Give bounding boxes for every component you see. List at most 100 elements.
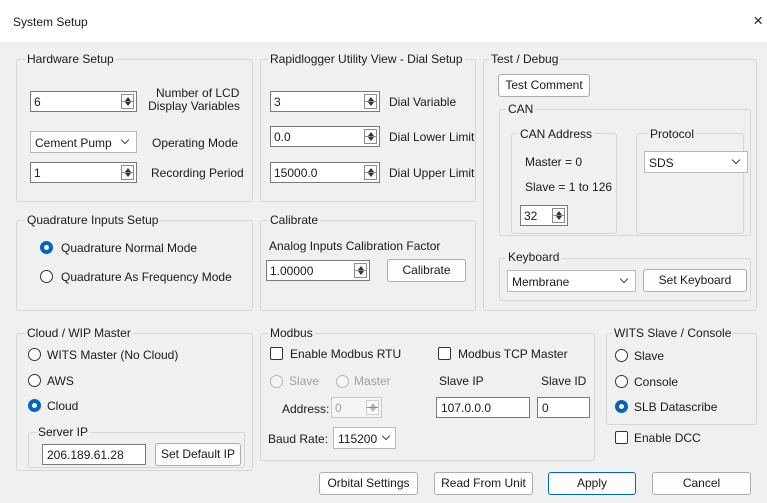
lcd-vars-label-1: Number of LCD: [156, 86, 240, 100]
dial-upper-spinner[interactable]: 15000.0: [270, 162, 380, 183]
keyboard-select[interactable]: Membrane: [507, 270, 636, 292]
calibration-factor-spinner[interactable]: 1.00000: [266, 260, 370, 281]
window-title: System Setup: [13, 15, 88, 29]
calibrate-button[interactable]: Calibrate: [387, 259, 466, 282]
enable-dcc-checkbox[interactable]: [615, 431, 628, 444]
can-address-value: 32: [524, 209, 538, 223]
test-comment-button[interactable]: Test Comment: [498, 74, 590, 97]
recording-period-label: Recording Period: [151, 166, 244, 180]
dial-lower-value: 0.0: [274, 130, 291, 144]
protocol-select[interactable]: SDS: [644, 151, 748, 173]
can-address-spinner[interactable]: 32: [520, 205, 568, 226]
modbus-slave-radio[interactable]: [270, 375, 283, 388]
slave-id-value: 0: [542, 401, 549, 415]
modbus-master-label[interactable]: Master: [354, 374, 391, 388]
cloud-label: Cloud / WIP Master: [25, 326, 133, 340]
dial-upper-label: Dial Upper Limit: [389, 166, 475, 180]
modbus-address-spinner[interactable]: 0: [331, 397, 382, 418]
slave-ip-value: 107.0.0.0: [441, 401, 492, 415]
chevron-down-icon: [731, 155, 741, 165]
set-default-ip-button[interactable]: Set Default IP: [155, 443, 241, 466]
wits-slb-radio[interactable]: [615, 400, 628, 413]
protocol-value: SDS: [649, 156, 674, 170]
cloud-radio[interactable]: [28, 399, 41, 412]
can-slave-text: Slave = 1 to 126: [525, 180, 613, 194]
quadrature-frequency-radio[interactable]: [40, 270, 53, 283]
spin-arrows-icon[interactable]: [354, 263, 367, 278]
operating-mode-select[interactable]: Cement Pump: [30, 131, 137, 153]
quadrature-normal-radio[interactable]: [40, 241, 53, 254]
wits-master-radio[interactable]: [28, 348, 41, 361]
wits-master-label[interactable]: WITS Master (No Cloud): [47, 348, 178, 362]
enable-modbus-rtu-label[interactable]: Enable Modbus RTU: [290, 347, 401, 361]
close-icon[interactable]: ×: [753, 11, 763, 31]
spin-arrows-icon[interactable]: [364, 129, 377, 144]
wits-console-radio[interactable]: [615, 375, 628, 388]
spin-arrows-icon[interactable]: [366, 400, 379, 415]
recording-period-spinner[interactable]: 1: [30, 162, 137, 183]
dial-lower-spinner[interactable]: 0.0: [270, 126, 380, 147]
modbus-label: Modbus: [268, 326, 315, 340]
server-ip-value: 206.189.61.28: [47, 448, 124, 462]
operating-mode-label: Operating Mode: [152, 136, 239, 150]
baud-rate-value: 115200: [338, 432, 378, 446]
wits-slb-label[interactable]: SLB Datascribe: [634, 400, 717, 414]
modbus-address-value: 0: [335, 401, 342, 415]
spin-arrows-icon[interactable]: [121, 165, 134, 180]
set-keyboard-button[interactable]: Set Keyboard: [643, 269, 747, 292]
baud-rate-select[interactable]: 115200: [333, 427, 396, 449]
test-debug-label: Test / Debug: [489, 52, 561, 66]
calibration-factor-label: Analog Inputs Calibration Factor: [269, 239, 441, 253]
recording-period-value: 1: [34, 166, 41, 180]
dial-variable-label: Dial Variable: [389, 95, 457, 109]
keyboard-value: Membrane: [512, 275, 570, 289]
slave-id-input[interactable]: 0: [537, 397, 590, 418]
slave-ip-input[interactable]: 107.0.0.0: [436, 397, 530, 418]
lcd-vars-spinner[interactable]: 6: [30, 91, 137, 112]
apply-button[interactable]: Apply: [548, 472, 636, 495]
wits-slave-label[interactable]: Slave: [634, 349, 664, 363]
spin-arrows-icon[interactable]: [364, 94, 377, 109]
can-address-label: CAN Address: [518, 127, 595, 141]
enable-dcc-label[interactable]: Enable DCC: [634, 431, 701, 445]
protocol-label: Protocol: [648, 127, 697, 141]
slave-id-label: Slave ID: [541, 374, 587, 388]
calibration-factor-value: 1.00000: [270, 264, 314, 278]
lcd-vars-value: 6: [34, 95, 41, 109]
cancel-button[interactable]: Cancel: [652, 472, 751, 495]
dial-variable-spinner[interactable]: 3: [270, 91, 380, 112]
spin-arrows-icon[interactable]: [552, 208, 565, 223]
can-label: CAN: [506, 102, 536, 116]
modbus-tcp-master-label[interactable]: Modbus TCP Master: [458, 347, 568, 361]
modbus-master-radio[interactable]: [336, 375, 349, 388]
dial-lower-label: Dial Lower Limit: [389, 130, 475, 144]
calibrate-label: Calibrate: [268, 213, 321, 227]
chevron-down-icon: [120, 135, 130, 145]
lcd-vars-label-2: Display Variables: [148, 99, 240, 113]
read-from-unit-button[interactable]: Read From Unit: [434, 472, 533, 495]
wits-slave-radio[interactable]: [615, 349, 628, 362]
quadrature-frequency-label[interactable]: Quadrature As Frequency Mode: [61, 270, 232, 284]
baud-rate-label: Baud Rate:: [268, 432, 329, 446]
orbital-settings-button[interactable]: Orbital Settings: [319, 472, 418, 495]
dial-upper-value: 15000.0: [274, 166, 318, 180]
quadrature-label: Quadrature Inputs Setup: [25, 213, 161, 227]
server-ip-label: Server IP: [36, 425, 91, 439]
wits-console-label[interactable]: Console: [634, 375, 678, 389]
cloud-label-text[interactable]: Cloud: [47, 399, 78, 413]
aws-radio[interactable]: [28, 374, 41, 387]
hardware-setup-label: Hardware Setup: [25, 52, 116, 66]
aws-label[interactable]: AWS: [47, 374, 74, 388]
dial-variable-value: 3: [274, 95, 281, 109]
protocol-group: [636, 133, 744, 234]
slave-ip-label: Slave IP: [439, 374, 484, 388]
spin-arrows-icon[interactable]: [364, 165, 377, 180]
spin-arrows-icon[interactable]: [121, 94, 134, 109]
quadrature-normal-label[interactable]: Quadrature Normal Mode: [61, 241, 197, 255]
modbus-slave-label[interactable]: Slave: [289, 374, 319, 388]
modbus-tcp-master-checkbox[interactable]: [438, 347, 451, 360]
title-bar: System Setup ×: [0, 0, 767, 42]
enable-modbus-rtu-checkbox[interactable]: [270, 347, 283, 360]
server-ip-input[interactable]: 206.189.61.28: [42, 444, 146, 465]
operating-mode-value: Cement Pump: [35, 136, 112, 150]
